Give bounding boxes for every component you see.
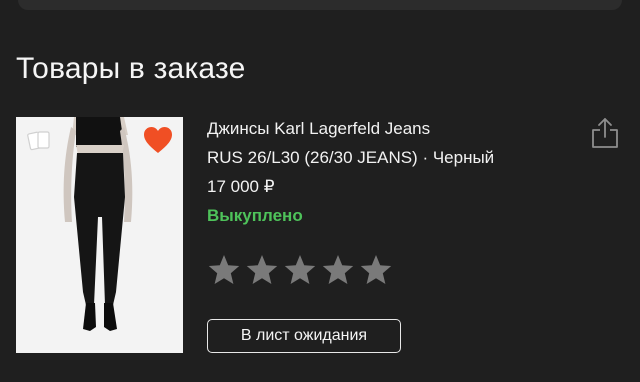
share-icon[interactable] bbox=[589, 116, 621, 150]
star-icon[interactable] bbox=[283, 253, 317, 287]
compare-icon[interactable] bbox=[26, 127, 54, 155]
previous-card bbox=[18, 0, 622, 10]
waitlist-button[interactable]: В лист ожидания bbox=[207, 319, 401, 353]
star-icon[interactable] bbox=[207, 253, 241, 287]
product-variant: RUS 26/L30 (26/30 JEANS) · Черный bbox=[207, 148, 495, 167]
star-rating bbox=[207, 253, 393, 287]
section-title: Товары в заказе bbox=[16, 52, 246, 85]
star-icon[interactable] bbox=[245, 253, 279, 287]
heart-icon[interactable] bbox=[142, 125, 174, 155]
order-status: Выкуплено bbox=[207, 206, 303, 225]
product-image[interactable] bbox=[16, 117, 183, 353]
star-icon[interactable] bbox=[359, 253, 393, 287]
product-name[interactable]: Джинсы Karl Lagerfeld Jeans bbox=[207, 118, 567, 140]
product-price: 17 000 ₽ bbox=[207, 177, 275, 196]
order-items-screen: Товары в заказе Джинсы Karl Lagerfeld Je… bbox=[0, 0, 640, 382]
star-icon[interactable] bbox=[321, 253, 355, 287]
product-info: Джинсы Karl Lagerfeld Jeans RUS 26/L30 (… bbox=[207, 118, 567, 227]
